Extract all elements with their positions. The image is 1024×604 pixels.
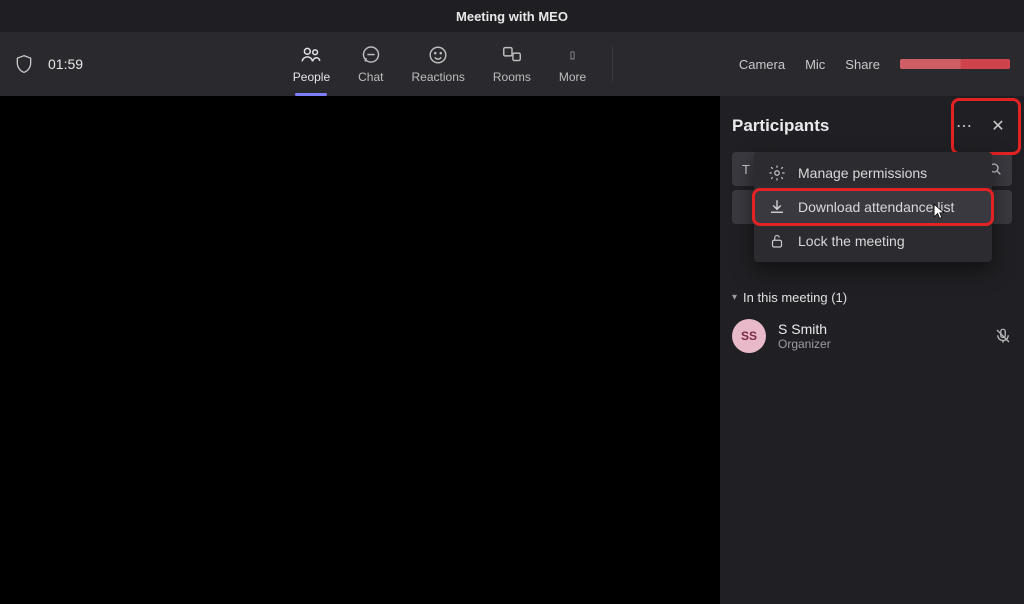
meeting-timer: 01:59 bbox=[48, 56, 83, 72]
reactions-tab[interactable]: Reactions bbox=[398, 40, 479, 88]
reactions-label: Reactions bbox=[412, 70, 465, 84]
panel-close-button[interactable]: ✕ bbox=[984, 112, 1012, 140]
participants-panel: Participants ⋯ ✕ T bbox=[720, 96, 1024, 604]
participants-title: Participants bbox=[732, 116, 829, 136]
rooms-icon bbox=[501, 44, 523, 66]
participant-name: S Smith bbox=[778, 321, 831, 337]
gear-icon bbox=[768, 164, 786, 182]
menu-manage-permissions[interactable]: Manage permissions bbox=[754, 156, 992, 190]
panel-more-button[interactable]: ⋯ bbox=[950, 112, 978, 140]
reactions-icon bbox=[427, 44, 449, 66]
menu-manage-label: Manage permissions bbox=[798, 165, 927, 181]
more-label: More bbox=[559, 70, 586, 84]
shield-icon bbox=[14, 52, 34, 76]
menu-lock-label: Lock the meeting bbox=[798, 233, 905, 249]
menu-download-label: Download attendance list bbox=[798, 199, 954, 215]
ellipsis-icon: ⋯ bbox=[956, 116, 972, 136]
participant-row[interactable]: SS S Smith Organizer bbox=[732, 319, 1012, 353]
menu-lock-meeting[interactable]: Lock the meeting bbox=[754, 224, 992, 258]
lock-open-icon bbox=[768, 232, 786, 250]
in-meeting-section-toggle[interactable]: ▾ In this meeting (1) bbox=[732, 290, 1012, 305]
share-control[interactable]: Share bbox=[845, 57, 880, 72]
chat-label: Chat bbox=[358, 70, 383, 84]
rooms-tab[interactable]: Rooms bbox=[479, 40, 545, 88]
participants-more-menu: Manage permissions Download attendance l… bbox=[754, 152, 992, 262]
invite-input-text: T bbox=[742, 162, 750, 177]
camera-control[interactable]: Camera bbox=[739, 57, 785, 72]
more-icon: ▯ bbox=[562, 44, 584, 66]
meeting-title: Meeting with MEO bbox=[456, 9, 568, 24]
close-icon: ✕ bbox=[991, 116, 1004, 136]
leave-button[interactable] bbox=[900, 59, 1010, 69]
chevron-down-icon: ▾ bbox=[732, 292, 737, 303]
people-icon bbox=[300, 44, 322, 66]
avatar-initials: SS bbox=[741, 329, 757, 343]
in-meeting-label: In this meeting (1) bbox=[743, 290, 847, 305]
avatar: SS bbox=[732, 319, 766, 353]
rooms-label: Rooms bbox=[493, 70, 531, 84]
video-stage bbox=[0, 96, 720, 604]
separator bbox=[612, 47, 613, 81]
people-tab[interactable]: People bbox=[279, 40, 344, 88]
chat-icon bbox=[360, 44, 382, 66]
download-icon bbox=[768, 198, 786, 216]
more-tab[interactable]: ▯ More bbox=[545, 40, 600, 88]
mic-muted-icon[interactable] bbox=[994, 327, 1012, 345]
window-titlebar: Meeting with MEO bbox=[0, 0, 1024, 32]
menu-download-attendance[interactable]: Download attendance list bbox=[754, 190, 992, 224]
chat-tab[interactable]: Chat bbox=[344, 40, 397, 88]
meeting-toolbar: 01:59 People Chat Reactions Rooms bbox=[0, 32, 1024, 96]
participant-role: Organizer bbox=[778, 337, 831, 351]
people-label: People bbox=[293, 70, 330, 84]
mic-control[interactable]: Mic bbox=[805, 57, 825, 72]
